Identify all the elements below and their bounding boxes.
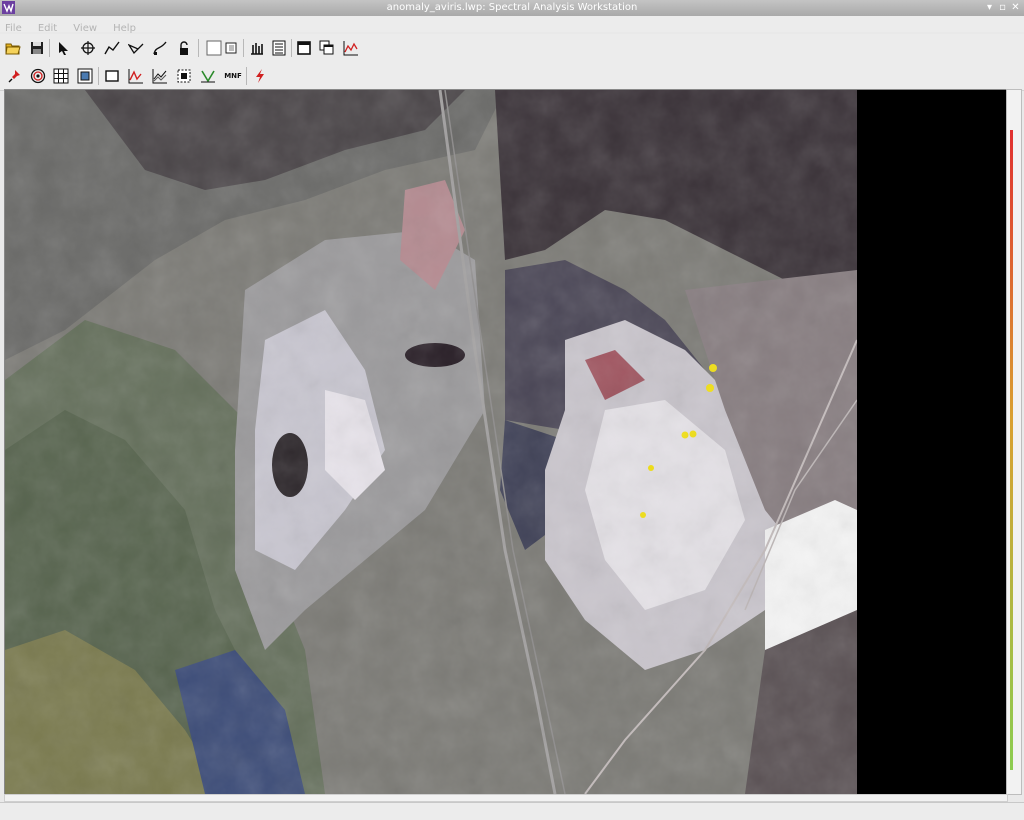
save-button[interactable] <box>27 38 47 58</box>
spectrum-plot-button[interactable] <box>341 38 361 58</box>
crosshair-tool-button[interactable] <box>78 38 98 58</box>
cascade-windows-button[interactable] <box>317 38 337 58</box>
roi-image-button[interactable] <box>75 66 95 86</box>
save-icon <box>31 42 43 54</box>
bar-chart-button[interactable] <box>247 38 267 58</box>
dashed-box-icon <box>177 69 191 83</box>
multi-line-chart-button[interactable] <box>150 66 170 86</box>
push-pin-icon <box>8 70 20 83</box>
spectral-chart-icon <box>128 69 143 84</box>
window-icon <box>297 41 311 55</box>
dashed-box-button[interactable] <box>174 66 194 86</box>
copy-panel-icon <box>225 42 237 54</box>
lightning-button[interactable] <box>250 66 270 86</box>
select-arrow-icon <box>59 42 68 55</box>
polygon-tool-button[interactable] <box>126 38 146 58</box>
maximize-button[interactable]: ▫ <box>996 1 1009 14</box>
window-button[interactable] <box>294 38 314 58</box>
push-pin-button[interactable] <box>5 66 25 86</box>
freehand-icon <box>153 41 167 55</box>
target-icon <box>30 68 46 84</box>
target-button[interactable] <box>28 66 48 86</box>
status-bar <box>0 802 1024 820</box>
list-view-icon <box>272 40 286 56</box>
spectral-chart-button[interactable] <box>126 66 146 86</box>
bar-chart-icon <box>251 43 263 55</box>
crosshair-icon <box>81 41 95 55</box>
unlock-icon <box>180 41 188 55</box>
minimize-button[interactable]: ▾ <box>983 1 996 14</box>
image-viewport[interactable] <box>4 89 1008 795</box>
analysis-toolbar: MNF <box>0 62 1024 91</box>
threshold-icon <box>201 70 215 83</box>
rectangle-icon <box>105 70 119 82</box>
blank-panel-icon <box>206 40 222 56</box>
aviris-scene-image <box>5 90 857 794</box>
close-button[interactable]: ✕ <box>1009 1 1022 14</box>
lightning-icon <box>256 69 264 83</box>
scrollbar-thumb[interactable] <box>1010 130 1013 770</box>
grid-button[interactable] <box>51 66 71 86</box>
mnf-button[interactable]: MNF <box>222 66 244 86</box>
copy-panel-button[interactable] <box>221 38 241 58</box>
multi-line-chart-icon <box>152 69 167 84</box>
polyline-tool-button[interactable] <box>102 38 122 58</box>
grid-icon <box>53 68 69 84</box>
menu-bar: File Edit View Help <box>0 16 1024 34</box>
horizontal-scrollbar[interactable] <box>4 794 1008 802</box>
list-view-button[interactable] <box>269 38 289 58</box>
threshold-button[interactable] <box>198 66 218 86</box>
cascade-windows-icon <box>319 40 334 55</box>
spectrum-plot-icon <box>343 41 358 56</box>
window-title: anomaly_aviris.lwp: Spectral Analysis Wo… <box>386 2 638 13</box>
freehand-tool-button[interactable] <box>150 38 170 58</box>
open-folder-icon <box>5 43 21 55</box>
main-toolbar <box>0 34 1024 63</box>
rectangle-button[interactable] <box>102 66 122 86</box>
polygon-icon <box>128 43 144 55</box>
open-button[interactable] <box>3 38 23 58</box>
lock-button[interactable] <box>174 38 194 58</box>
window-titlebar[interactable]: anomaly_aviris.lwp: Spectral Analysis Wo… <box>0 0 1024 16</box>
vertical-scrollbar[interactable] <box>1006 89 1022 795</box>
polyline-icon <box>104 41 120 55</box>
roi-image-icon <box>77 68 93 84</box>
select-tool-button[interactable] <box>54 38 74 58</box>
